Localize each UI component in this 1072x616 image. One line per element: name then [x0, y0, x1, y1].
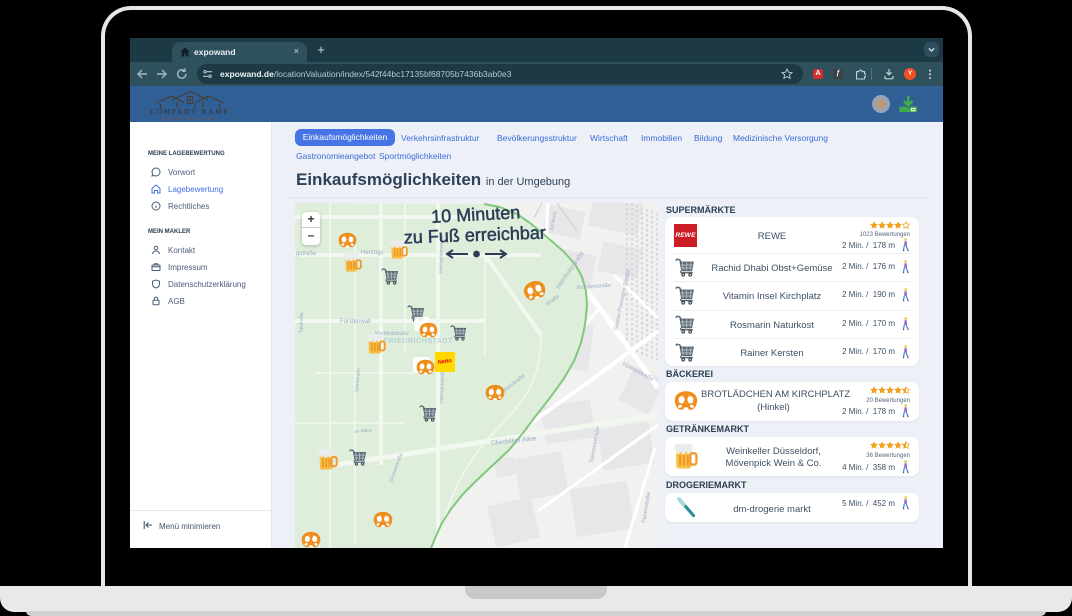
svg-text:gstraße: gstraße: [296, 251, 317, 257]
svg-text:Talstraße: Talstraße: [299, 312, 305, 333]
svg-text:FRIEDRICHSTADT: FRIEDRICHSTADT: [384, 338, 453, 345]
svg-text:Herzogs: Herzogs: [361, 250, 383, 256]
svg-text:Slogan Goes Here: Slogan Goes Here: [162, 116, 218, 121]
svg-text:Hermannstraße: Hermannstraße: [439, 368, 446, 403]
svg-text:Fürstenwall: Fürstenwall: [340, 319, 371, 325]
